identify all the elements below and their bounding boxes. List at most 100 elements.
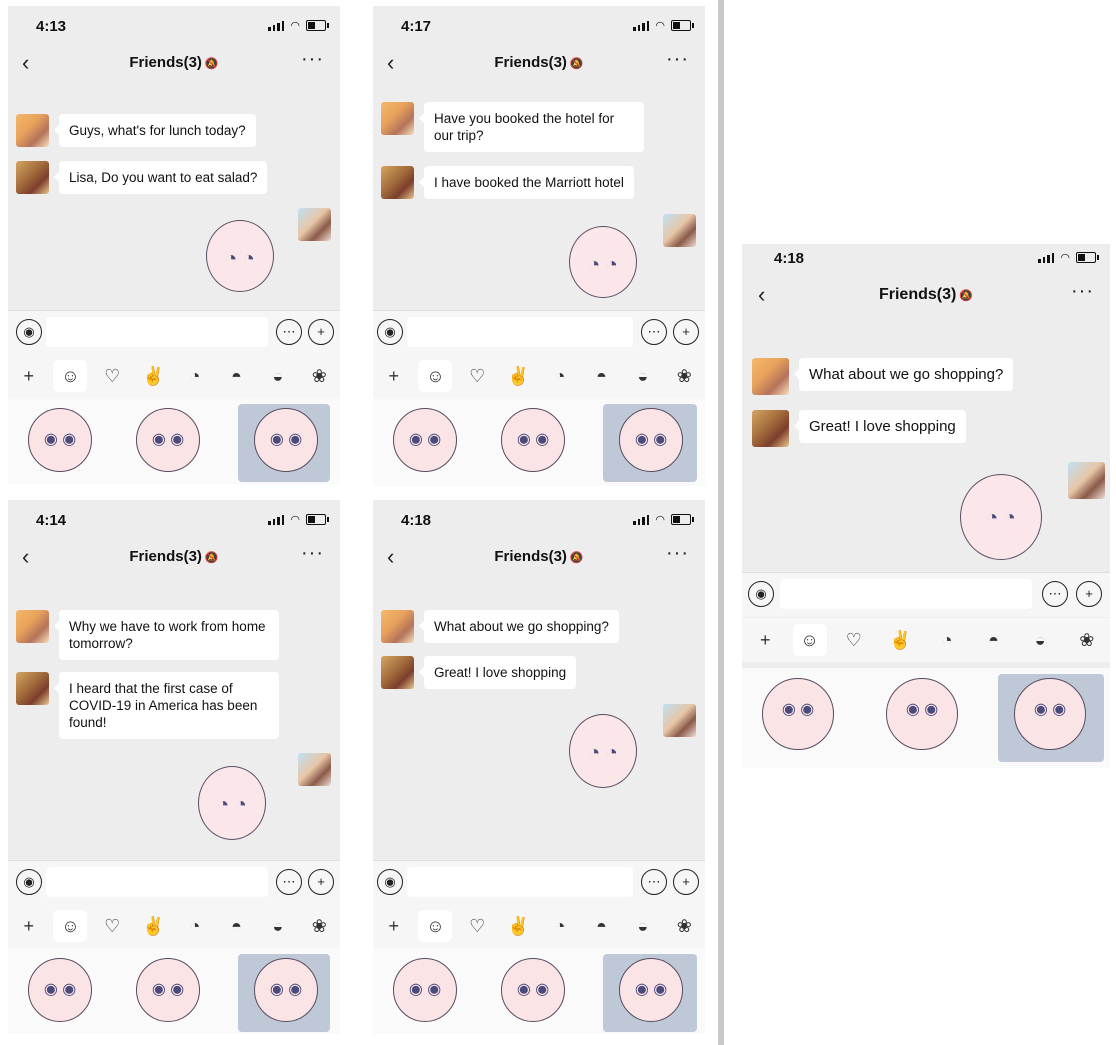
plus-icon[interactable]: + (373, 916, 414, 937)
sticker-cat-icon[interactable]: ❀ (664, 916, 705, 937)
sticker-hat-icon[interactable]: ◒ (257, 916, 298, 937)
message-bubble[interactable]: Guys, what's for lunch today? (54, 114, 256, 147)
sticker-cat-icon[interactable]: ❀ (664, 366, 705, 387)
message-input[interactable] (46, 867, 268, 897)
sticker-sunglasses-icon[interactable]: ◓ (216, 916, 257, 937)
sticker-cell[interactable] (485, 404, 581, 482)
sticker-bird-icon[interactable]: ◔ (539, 916, 580, 937)
sticker-sunglasses-icon[interactable]: ◓ (581, 916, 622, 937)
sticker-peace-icon[interactable]: ✌ (498, 916, 539, 937)
self-avatar[interactable] (663, 704, 696, 737)
plus-icon[interactable]: + (742, 630, 789, 651)
self-avatar[interactable] (663, 214, 696, 247)
sticker-cell[interactable] (746, 674, 846, 764)
sticker-bird-icon[interactable]: ◔ (174, 916, 215, 937)
avatar[interactable] (16, 672, 49, 705)
heart-icon[interactable]: ♡ (456, 916, 497, 937)
message-input[interactable] (780, 579, 1032, 609)
sticker-message[interactable] (198, 766, 266, 840)
emoji-icon[interactable]: ☺ (53, 360, 88, 392)
sticker-cell[interactable] (12, 954, 108, 1032)
emoji-icon[interactable]: ☺ (418, 360, 453, 392)
sticker-hat-icon[interactable]: ◒ (1017, 630, 1064, 651)
heart-icon[interactable]: ♡ (456, 366, 497, 387)
sticker-hat-icon[interactable]: ◒ (622, 366, 663, 387)
sticker-sunglasses-icon[interactable]: ◓ (216, 366, 257, 387)
plus-icon[interactable]: + (373, 366, 414, 387)
avatar[interactable] (16, 610, 49, 643)
keyboard-icon[interactable]: ⋯ (641, 319, 667, 345)
heart-icon[interactable]: ♡ (91, 916, 132, 937)
sticker-peace-icon[interactable]: ✌ (877, 630, 924, 651)
sticker-message[interactable] (569, 714, 637, 788)
message-bubble[interactable]: Great! I love shopping (794, 410, 966, 443)
voice-icon[interactable]: ◉ (16, 869, 42, 895)
emoji-icon[interactable]: ☺ (418, 910, 453, 942)
plus-circle-icon[interactable]: + (308, 869, 334, 895)
message-bubble[interactable]: Have you booked the hotel for our trip? (419, 102, 644, 152)
sticker-peace-icon[interactable]: ✌ (498, 366, 539, 387)
sticker-cell[interactable] (12, 404, 108, 482)
sticker-bird-icon[interactable]: ◔ (174, 366, 215, 387)
plus-icon[interactable]: + (8, 916, 49, 937)
message-bubble[interactable]: Great! I love shopping (418, 656, 577, 689)
sticker-cat-icon[interactable]: ❀ (299, 366, 340, 387)
message-input[interactable] (407, 317, 633, 347)
more-dots-icon[interactable]: ··· (301, 48, 324, 71)
message-bubble[interactable]: I have booked the Marriott hotel (419, 166, 634, 199)
message-bubble[interactable]: Lisa, Do you want to eat salad? (53, 161, 268, 194)
sticker-hat-icon[interactable]: ◒ (622, 916, 663, 937)
message-bubble[interactable]: What about we go shopping? (419, 610, 619, 643)
message-input[interactable] (407, 867, 633, 897)
keyboard-icon[interactable]: ⋯ (1042, 581, 1068, 607)
message-input[interactable] (46, 317, 268, 347)
sticker-cell[interactable] (120, 404, 216, 482)
emoji-icon[interactable]: ☺ (53, 910, 88, 942)
self-avatar[interactable] (298, 753, 331, 786)
keyboard-icon[interactable]: ⋯ (276, 319, 302, 345)
plus-circle-icon[interactable]: + (1076, 581, 1102, 607)
sticker-peace-icon[interactable]: ✌ (133, 916, 174, 937)
sticker-cell[interactable] (870, 674, 970, 764)
avatar[interactable] (752, 358, 789, 395)
message-bubble[interactable]: What about we go shopping? (793, 358, 1014, 391)
more-dots-icon[interactable]: ··· (666, 542, 689, 565)
avatar[interactable] (381, 102, 414, 135)
avatar[interactable] (752, 410, 789, 447)
sticker-cell[interactable] (377, 404, 473, 482)
sticker-sunglasses-icon[interactable]: ◓ (970, 630, 1017, 651)
sticker-message[interactable] (206, 220, 274, 292)
message-bubble[interactable]: Why we have to work from home tomorrow? (54, 610, 279, 660)
sticker-cat-icon[interactable]: ❀ (299, 916, 340, 937)
voice-icon[interactable]: ◉ (16, 319, 42, 345)
self-avatar[interactable] (1068, 462, 1105, 499)
more-dots-icon[interactable]: ··· (666, 48, 689, 71)
sticker-cell[interactable] (238, 954, 330, 1032)
sticker-message[interactable] (960, 474, 1042, 560)
plus-circle-icon[interactable]: + (673, 869, 699, 895)
sticker-cell[interactable] (377, 954, 473, 1032)
sticker-cell[interactable] (998, 674, 1104, 762)
plus-circle-icon[interactable]: + (308, 319, 334, 345)
sticker-sunglasses-icon[interactable]: ◓ (581, 366, 622, 387)
heart-icon[interactable]: ♡ (831, 630, 878, 651)
more-dots-icon[interactable]: ··· (301, 542, 324, 565)
sticker-bird-icon[interactable]: ◔ (924, 630, 971, 651)
sticker-bird-icon[interactable]: ◔ (539, 366, 580, 387)
sticker-cell[interactable] (603, 404, 697, 482)
sticker-cell[interactable] (603, 954, 697, 1032)
sticker-message[interactable] (569, 226, 637, 298)
sticker-cell[interactable] (485, 954, 581, 1032)
keyboard-icon[interactable]: ⋯ (276, 869, 302, 895)
voice-icon[interactable]: ◉ (377, 319, 403, 345)
self-avatar[interactable] (298, 208, 331, 241)
heart-icon[interactable]: ♡ (91, 366, 132, 387)
more-dots-icon[interactable]: ··· (1071, 280, 1094, 303)
plus-circle-icon[interactable]: + (673, 319, 699, 345)
sticker-cat-icon[interactable]: ❀ (1063, 630, 1110, 651)
sticker-cell[interactable] (238, 404, 330, 482)
emoji-icon[interactable]: ☺ (792, 624, 827, 656)
avatar[interactable] (381, 656, 414, 689)
plus-icon[interactable]: + (8, 366, 49, 387)
avatar[interactable] (16, 114, 49, 147)
